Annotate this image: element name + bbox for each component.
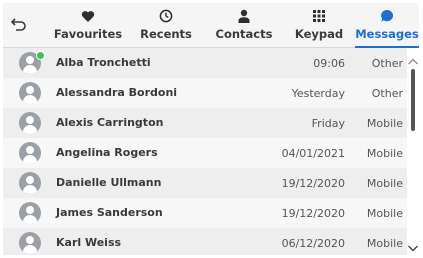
avatar: [19, 112, 41, 134]
message-date: 19/12/2020: [281, 177, 345, 190]
conversation-row[interactable]: Angelina Rogers 04/01/2021 Mobile: [3, 138, 407, 169]
scroll-down-button[interactable]: [407, 239, 419, 252]
number-type: Mobile: [366, 117, 403, 130]
conversation-row[interactable]: Karl Weiss 06/12/2020 Mobile: [3, 228, 407, 255]
message-date: 06/12/2020: [281, 237, 345, 250]
chevron-down-icon: [408, 245, 418, 252]
contact-name: James Sanderson: [56, 206, 163, 219]
clock-icon: [157, 8, 175, 24]
contact-name: Angelina Rogers: [56, 146, 158, 159]
tab-messages[interactable]: Messages: [355, 3, 419, 48]
message-date: Friday: [311, 117, 345, 130]
message-date: 04/01/2021: [281, 147, 345, 160]
online-status-dot: [36, 51, 45, 60]
conversation-row[interactable]: Alessandra Bordoni Yesterday Other: [3, 78, 407, 109]
tab-favourites[interactable]: Favourites: [51, 3, 125, 47]
conversation-row[interactable]: James Sanderson 19/12/2020 Mobile: [3, 198, 407, 229]
contact-name: Alba Tronchetti: [56, 56, 151, 69]
contact-name: Alessandra Bordoni: [56, 86, 178, 99]
avatar: [19, 232, 41, 254]
message-bubble-icon: [378, 8, 396, 24]
avatar: [19, 142, 41, 164]
tab-recents[interactable]: Recents: [133, 3, 199, 47]
heart-icon: [79, 8, 97, 24]
contact-name: Alexis Carrington: [56, 116, 164, 129]
tab-label: Keypad: [294, 27, 344, 41]
number-type: Other: [371, 87, 403, 100]
person-icon: [235, 8, 253, 24]
message-date: 09:06: [313, 57, 345, 70]
conversation-row[interactable]: Alexis Carrington Friday Mobile: [3, 108, 407, 139]
conversation-row[interactable]: Alba Tronchetti 09:06 Other: [3, 48, 407, 79]
number-type: Mobile: [366, 177, 403, 190]
back-arrow-icon: [10, 18, 26, 31]
avatar: [19, 172, 41, 194]
scroll-up-button[interactable]: [407, 53, 419, 65]
conversation-row[interactable]: Danielle Ullmann 19/12/2020 Mobile: [3, 168, 407, 199]
tab-label: Contacts: [215, 27, 273, 41]
message-date: 19/12/2020: [281, 207, 345, 220]
message-date: Yesterday: [291, 87, 345, 100]
scrollbar-thumb[interactable]: [411, 69, 415, 131]
tab-keypad[interactable]: Keypad: [290, 3, 348, 47]
messages-screen: Favourites Recents Contacts Keypad Messa…: [3, 3, 419, 255]
tab-bar: Favourites Recents Contacts Keypad Messa…: [3, 3, 419, 48]
avatar: [19, 82, 41, 104]
tab-label: Messages: [355, 27, 419, 41]
tab-label: Recents: [140, 27, 192, 41]
keypad-icon: [310, 8, 328, 24]
contact-name: Danielle Ullmann: [56, 176, 162, 189]
back-button[interactable]: [9, 15, 29, 35]
number-type: Mobile: [366, 237, 403, 250]
chevron-up-icon: [408, 58, 418, 65]
number-type: Mobile: [366, 207, 403, 220]
number-type: Mobile: [366, 147, 403, 160]
tab-label: Favourites: [53, 27, 123, 41]
contact-name: Karl Weiss: [56, 236, 122, 249]
number-type: Other: [371, 57, 403, 70]
avatar: [19, 202, 41, 224]
conversation-list: Alba Tronchetti 09:06 Other Alessandra B…: [3, 48, 407, 255]
tab-contacts[interactable]: Contacts: [209, 3, 279, 47]
